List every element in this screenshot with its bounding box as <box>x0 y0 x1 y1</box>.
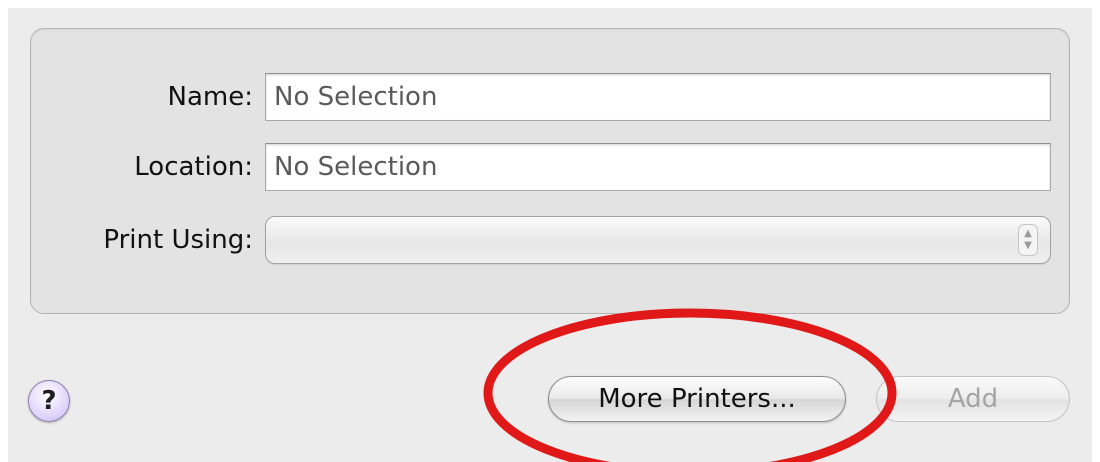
up-down-arrows-icon: ▲ ▼ <box>1018 224 1038 256</box>
location-field[interactable]: No Selection <box>265 143 1051 191</box>
help-button[interactable]: ? <box>28 380 70 422</box>
arrow-down-icon: ▼ <box>1024 240 1032 251</box>
location-label: Location: <box>134 152 253 182</box>
print-using-popup[interactable]: ▲ ▼ <box>265 216 1051 264</box>
arrow-up-icon: ▲ <box>1024 228 1032 239</box>
name-field[interactable]: No Selection <box>265 73 1051 121</box>
add-button[interactable]: Add <box>876 376 1070 422</box>
name-label: Name: <box>167 82 253 112</box>
more-printers-button[interactable]: More Printers... <box>548 376 846 422</box>
add-printer-panel: Name: No Selection Location: No Selectio… <box>8 8 1092 462</box>
printer-info-group: Name: No Selection Location: No Selectio… <box>30 28 1070 314</box>
print-using-label: Print Using: <box>103 225 253 255</box>
